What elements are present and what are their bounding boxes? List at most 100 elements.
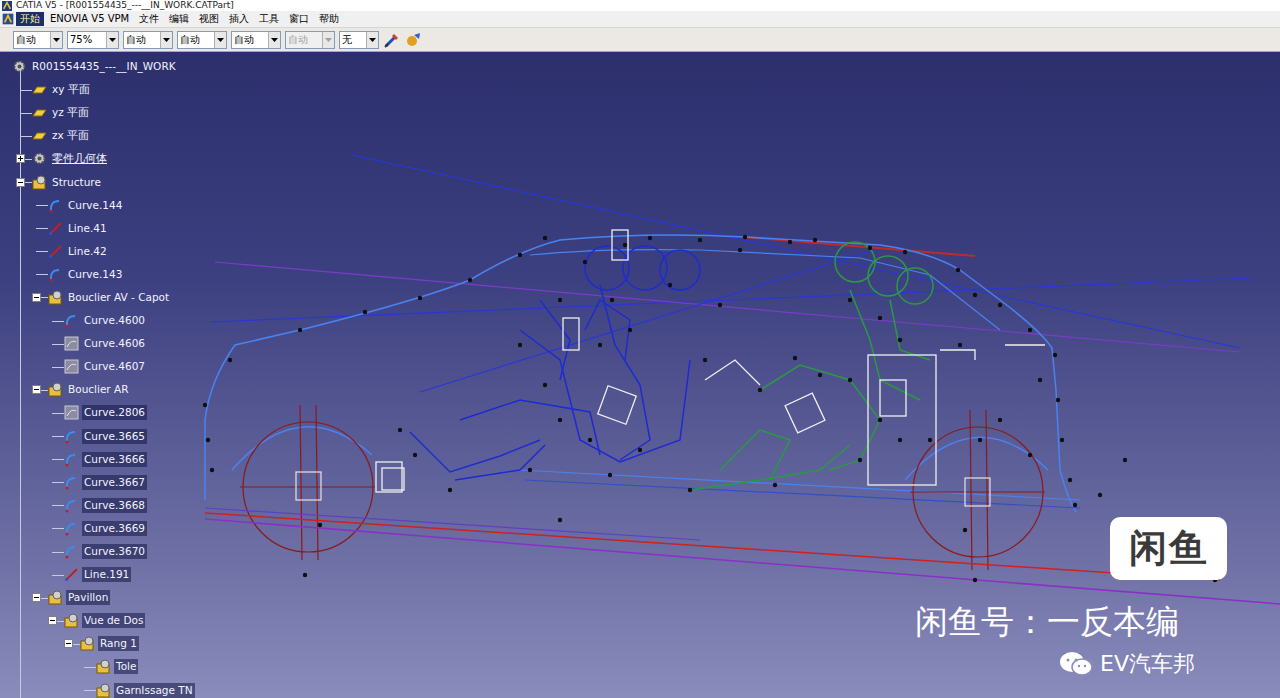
tree-item[interactable]: Curve.143 [0,263,195,286]
tree-item-label[interactable]: Curve.3667 [82,475,147,490]
tree-item[interactable]: Structure [0,170,195,193]
tree-item-label[interactable]: Line.41 [66,221,109,236]
tree-item[interactable]: Tole [0,655,195,678]
watermark-channel-text: EV汽车邦 [1100,650,1195,678]
window-title: CATIA V5 - [R001554435_---__IN_WORK.CATP… [16,1,234,10]
curve-icon [48,198,63,213]
tree-item[interactable]: Bouclier AV - Capot [0,286,195,309]
combo-arrow [268,32,280,48]
tree-connector [20,106,32,120]
tree-item[interactable]: Curve.4600 [0,309,195,332]
tree-item[interactable]: Rang 1 [0,632,195,655]
tree-item[interactable]: Line.41 [0,217,195,240]
property-combo[interactable]: 自动 [123,31,173,49]
curve-icon [64,313,79,328]
menu-item[interactable]: 视图 [195,12,223,26]
tree-item-label[interactable]: Curve.143 [66,267,124,282]
tree-item-label[interactable]: 零件几何体 [50,151,109,166]
3d-viewport[interactable]: R001554435_---__IN_WORKxy 平面 yz 平面 zx 平面零件… [0,52,1280,698]
tree-item[interactable]: Curve.2806 [0,401,195,424]
plane-icon [32,105,47,120]
app-menu-icon[interactable] [2,13,14,25]
tree-item-label[interactable]: Curve.3666 [82,452,147,467]
tree-connector [52,337,64,351]
tree-item[interactable]: Curve.4606 [0,332,195,355]
apply-style-icon[interactable] [405,31,423,49]
collapse-icon[interactable] [32,593,41,602]
tree-item[interactable]: R001554435_---__IN_WORK [0,55,195,78]
tree-item[interactable]: Line.191 [0,563,195,586]
tree-item-label[interactable]: Bouclier AR [66,382,130,397]
tree-item[interactable]: GarnIssage TN [0,679,195,698]
menu-item[interactable]: 工具 [255,12,283,26]
tree-item[interactable]: zx 平面 [0,124,195,147]
painter-brush-icon[interactable] [383,31,401,49]
tree-item-label[interactable]: yz 平面 [50,105,91,120]
menu-item[interactable]: ENOVIA V5 VPM [46,12,133,26]
tree-item[interactable]: yz 平面 [0,101,195,124]
tree-item-label[interactable]: Tole [114,659,138,674]
tree-item-label[interactable]: Curve.4600 [82,313,147,328]
property-combo[interactable]: 无 [339,31,379,49]
tree-item[interactable]: Curve.3668 [0,494,195,517]
tree-connector [36,290,48,304]
tree-item-label[interactable]: Curve.2806 [82,405,147,420]
tree-item-label[interactable]: Line.191 [82,567,131,582]
property-combo[interactable]: 75% [67,31,119,49]
collapse-icon[interactable] [48,616,57,625]
tree-item[interactable]: Line.42 [0,240,195,263]
tree-item-label[interactable]: Curve.3669 [82,521,147,536]
tree-item-label[interactable]: Curve.4607 [82,359,147,374]
collapse-icon[interactable] [64,639,73,648]
tree-item[interactable]: Curve.144 [0,194,195,217]
menu-item[interactable]: 窗口 [285,12,313,26]
tree-item-label[interactable]: Vue de Dos [82,613,145,628]
collapse-icon[interactable] [32,385,41,394]
tree-item-label[interactable]: Pavillon [66,590,110,605]
geometrical-set-icon [96,659,111,674]
menu-item[interactable]: 开始 [16,12,44,26]
tree-item[interactable]: xy 平面 [0,78,195,101]
menu-item[interactable]: 编辑 [165,12,193,26]
gear-icon [32,151,47,166]
menu-item[interactable]: 帮助 [315,12,343,26]
curve-icon [64,452,79,467]
tree-item-label[interactable]: xy 平面 [50,82,92,97]
gear-icon [12,59,27,74]
tree-item[interactable]: Bouclier AR [0,378,195,401]
property-combo[interactable]: 自动 [177,31,227,49]
tree-item[interactable]: Vue de Dos [0,609,195,632]
tree-item-label[interactable]: GarnIssage TN [114,683,195,698]
tree-item[interactable]: Curve.3670 [0,540,195,563]
tree-item[interactable]: Curve.3666 [0,448,195,471]
expand-icon[interactable] [16,154,25,163]
tree-item-label[interactable]: Bouclier AV - Capot [66,290,171,305]
tree-item[interactable]: Curve.3667 [0,471,195,494]
menu-item[interactable]: 插入 [225,12,253,26]
tree-item-label[interactable]: Curve.3668 [82,498,147,513]
tree-item-label[interactable]: zx 平面 [50,128,91,143]
tree-item[interactable]: Pavillon [0,586,195,609]
tree-item-label[interactable]: Curve.3665 [82,429,147,444]
tree-item-label[interactable]: Line.42 [66,244,109,259]
dropdown-arrow-icon [271,38,278,42]
property-combo[interactable]: 自动 [13,31,63,49]
vehicle-package-drawing[interactable] [0,52,1280,698]
tree-item-label[interactable]: Curve.144 [66,198,124,213]
tree-item[interactable]: Curve.4607 [0,355,195,378]
tree-connector [36,221,48,235]
property-combo[interactable]: 自动 [231,31,281,49]
tree-item-label[interactable]: Structure [50,175,103,190]
tree-item[interactable]: 零件几何体 [0,147,195,170]
tree-item-label[interactable]: Curve.3670 [82,544,147,559]
collapse-icon[interactable] [32,293,41,302]
tree-connector [52,406,64,420]
tree-item-label[interactable]: Rang 1 [98,636,139,651]
collapse-icon[interactable] [16,178,25,187]
menu-item[interactable]: 文件 [135,12,163,26]
tree-item-label[interactable]: Curve.4606 [82,336,147,351]
tree-item-label[interactable]: R001554435_---__IN_WORK [30,59,178,74]
tree-item[interactable]: Curve.3669 [0,517,195,540]
tree-item[interactable]: Curve.3665 [0,425,195,448]
combo-value: 自动 [124,33,160,47]
